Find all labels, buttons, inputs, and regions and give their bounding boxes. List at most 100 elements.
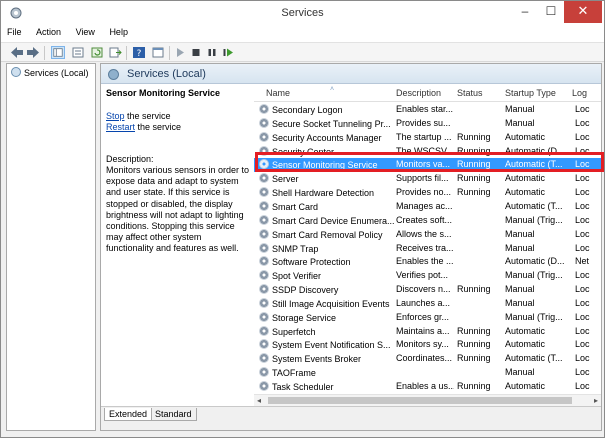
table-row[interactable]: SSDP Discovery Discovers n... Running Manua… — [254, 283, 601, 297]
table-row[interactable]: Server Supports fil... Running Automatic Loc — [254, 172, 601, 186]
service-name-text: Task Scheduler — [272, 382, 334, 392]
table-row[interactable]: Still Image Acquisition Events Launches a… — [254, 297, 601, 311]
menu-bar: File Action View Help — [1, 25, 604, 42]
service-gear-icon — [259, 353, 269, 364]
pause-service-icon[interactable] — [205, 46, 219, 59]
service-name-text: SSDP Discovery — [272, 285, 339, 296]
service-name-cell: System Events Broker — [259, 353, 395, 364]
service-name-text: Smart Card Removal Policy — [272, 229, 383, 240]
stop-action: Stop the service — [106, 111, 250, 122]
table-row[interactable]: Software Protection Enables the ... Automa… — [254, 255, 601, 269]
menu-action[interactable]: Action — [30, 25, 67, 37]
service-name-cell: Smart Card Device Enumera... — [259, 214, 395, 226]
table-row[interactable]: Smart Card Device Enumera... Creates soft… — [254, 214, 601, 228]
stop-action-text: the service — [124, 111, 171, 121]
forward-arrow-icon[interactable] — [26, 46, 40, 59]
service-name-text: Storage Service — [272, 312, 337, 323]
service-description-cell: Monitors sy... — [396, 339, 449, 350]
service-log-on-cell: Loc — [575, 311, 590, 322]
menu-help[interactable]: Help — [103, 25, 134, 37]
table-row[interactable]: Secondary Logon Enables star... Manual Loc — [254, 103, 601, 117]
table-row[interactable]: System Events Broker Coordinates... Runnin… — [254, 352, 601, 366]
service-description-cell: Launches a... — [396, 297, 451, 308]
restart-service-link[interactable]: Restart — [106, 122, 135, 132]
table-row[interactable]: SNMP Trap Receives tra... Manual Loc — [254, 242, 601, 256]
service-startup-type-cell: Automatic — [505, 187, 546, 198]
back-arrow-icon[interactable] — [10, 46, 24, 59]
minimize-button[interactable]: – — [512, 1, 538, 23]
column-header-name-label: Name — [266, 88, 291, 98]
service-status-cell: Running — [457, 381, 491, 391]
menu-file[interactable]: File — [1, 25, 28, 37]
column-header-description[interactable]: Description — [396, 88, 441, 98]
properties-list-icon[interactable] — [71, 46, 85, 59]
refresh-icon[interactable] — [90, 46, 104, 59]
service-gear-icon — [259, 297, 269, 308]
horizontal-scrollbar[interactable]: ◂ ▸ — [254, 394, 601, 406]
table-row[interactable]: Superfetch Maintains a... Running Automatic… — [254, 325, 601, 339]
table-row[interactable]: Secure Socket Tunneling Pr... Provides su… — [254, 117, 601, 131]
tab-extended[interactable]: Extended — [104, 408, 153, 421]
table-row[interactable]: Sensor Monitoring Service Monitors va... R… — [254, 158, 601, 173]
service-gear-icon — [259, 367, 269, 378]
service-log-on-cell: Loc — [575, 297, 590, 308]
maximize-button[interactable]: ☐ — [538, 1, 564, 23]
column-header-name[interactable]: Name ˄ — [266, 86, 334, 98]
table-row[interactable]: Spot Verifier Verifies pot... Manual (Trig… — [254, 269, 601, 283]
table-row[interactable]: Smart Card Manages ac... Automatic (T... Lo… — [254, 200, 601, 214]
close-button[interactable]: ✕ — [564, 1, 602, 23]
table-row[interactable]: Task Scheduler Enables a us... Running Auto… — [254, 380, 601, 394]
service-description-cell: Supports fil... — [396, 173, 449, 184]
services-gear-icon — [108, 69, 119, 80]
start-service-icon[interactable] — [173, 46, 187, 59]
table-row[interactable]: Shell Hardware Detection Provides no... Ru… — [254, 186, 601, 200]
table-row[interactable]: System Event Notification S... Monitors s… — [254, 338, 601, 352]
column-header-startup-type[interactable]: Startup Type — [505, 88, 556, 98]
service-status-cell: Running — [457, 131, 491, 142]
show-tree-icon[interactable] — [51, 46, 65, 59]
table-row[interactable]: Smart Card Removal Policy Allows the s...… — [254, 228, 601, 242]
service-log-on-cell: Loc — [575, 367, 590, 378]
service-description-cell: Maintains a... — [396, 325, 450, 336]
toolbar-separator — [44, 46, 45, 60]
service-gear-icon — [259, 311, 269, 322]
scroll-right-icon[interactable]: ▸ — [594, 396, 598, 405]
view-tabs: Extended Standard — [101, 406, 601, 430]
service-log-on-cell: Loc — [575, 131, 590, 142]
service-log-on-cell: Loc — [575, 200, 590, 211]
table-row[interactable]: Storage Service Enforces gr... Manual (Tri… — [254, 311, 601, 325]
service-description-cell: Provides su... — [396, 117, 451, 128]
service-log-on-cell: Loc — [575, 228, 590, 239]
table-row[interactable]: Security Accounts Manager The startup ...… — [254, 131, 601, 145]
service-log-on-cell: Loc — [575, 284, 590, 295]
scroll-left-icon[interactable]: ◂ — [257, 396, 261, 405]
service-gear-icon — [259, 284, 269, 295]
tree-item-services-local[interactable]: Services (Local) — [11, 67, 89, 78]
scrollbar-thumb[interactable] — [268, 397, 572, 404]
stop-service-link[interactable]: Stop — [106, 111, 125, 121]
tab-standard[interactable]: Standard — [151, 408, 197, 421]
service-gear-icon — [259, 131, 269, 142]
table-row[interactable]: TAOFrame Manual Loc — [254, 366, 601, 380]
console-window-icon[interactable] — [151, 46, 165, 59]
service-startup-type-cell: Automatic — [505, 131, 546, 142]
service-gear-icon — [259, 270, 269, 281]
restart-service-icon[interactable] — [221, 46, 235, 59]
service-log-on-cell: Loc — [575, 117, 590, 128]
service-description-cell: The WSCSV... — [396, 145, 454, 156]
service-name-cell: Security Center — [259, 145, 395, 157]
column-header-status[interactable]: Status — [457, 88, 483, 98]
help-icon[interactable]: ? — [132, 46, 146, 59]
column-header-log-on-as[interactable]: Log — [572, 88, 587, 98]
stop-service-icon[interactable] — [189, 46, 203, 59]
service-gear-icon — [259, 159, 269, 170]
service-description-cell: Enables star... — [396, 104, 454, 114]
list-header: Name ˄ Description Status Startup Type Lo… — [254, 84, 601, 102]
menu-view[interactable]: View — [70, 25, 101, 37]
service-name-text: Shell Hardware Detection — [272, 188, 375, 199]
service-log-on-cell: Loc — [575, 159, 590, 170]
table-row[interactable]: Security Center The WSCSV... Running Automa… — [254, 145, 601, 159]
toolbar-separator — [126, 46, 127, 60]
service-status-cell: Running — [457, 173, 491, 184]
export-list-icon[interactable] — [108, 46, 122, 59]
